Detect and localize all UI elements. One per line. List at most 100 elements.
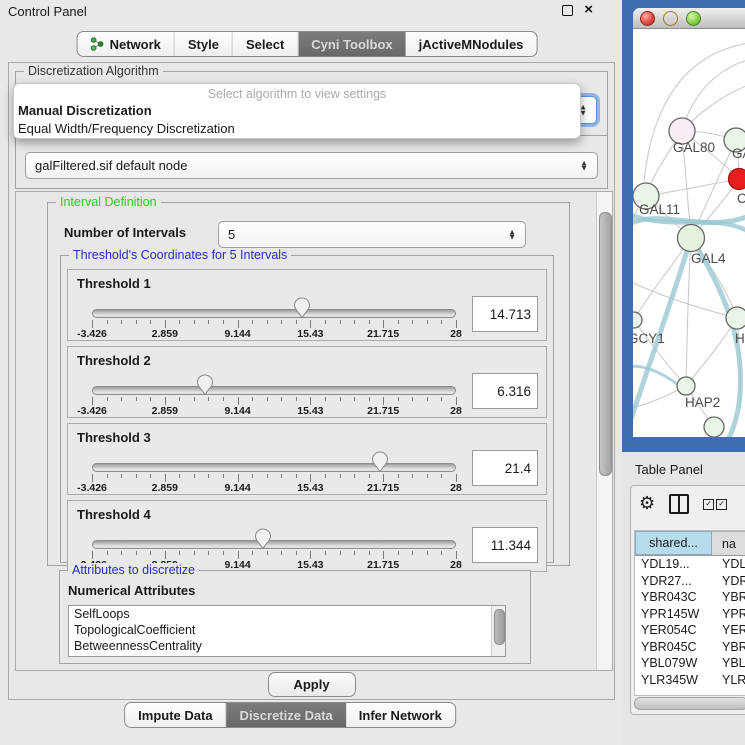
control-panel: Control Panel × Network Style Select Cyn… bbox=[0, 0, 621, 745]
settings-scrollpane: Interval Definition Number of Intervals … bbox=[15, 191, 613, 671]
numerical-attributes-label: Numerical Attributes bbox=[68, 583, 195, 598]
close-traffic-light-icon[interactable] bbox=[640, 11, 655, 26]
float-window-icon[interactable] bbox=[562, 5, 573, 16]
attributes-to-discretize-group: Attributes to discretize Numerical Attri… bbox=[59, 570, 531, 664]
threshold-1-panel: Threshold 1 -3.4262.8599.14415.4321.7152… bbox=[67, 269, 547, 341]
tab-network-label: Network bbox=[110, 37, 161, 52]
tab-discretize-data[interactable]: Discretize Data bbox=[226, 703, 346, 727]
threshold-2-panel: Threshold 2 -3.4262.8599.14415.4321.7152… bbox=[67, 346, 547, 418]
number-of-intervals-label: Number of Intervals bbox=[64, 225, 186, 240]
svg-text:HAP2: HAP2 bbox=[685, 395, 720, 410]
interval-definition-group: Interval Definition Number of Intervals … bbox=[47, 202, 570, 566]
svg-text:GCY1: GCY1 bbox=[633, 331, 665, 346]
table-row[interactable]: YDL19...YDL1 bbox=[635, 556, 745, 573]
table-row[interactable]: YDR27...YDR2 bbox=[635, 573, 745, 590]
table-row[interactable]: YPR145WYPR1 bbox=[635, 606, 745, 623]
scrollbar-thumb[interactable] bbox=[599, 212, 612, 476]
table-toolbar: ⚙ ✓ ✓ bbox=[639, 494, 727, 514]
table-row[interactable]: YLR345WYLR3 bbox=[635, 672, 745, 689]
threshold-3-slider-track[interactable] bbox=[92, 463, 456, 472]
attributes-list-scrollbar[interactable] bbox=[491, 606, 505, 656]
node-gal4[interactable] bbox=[678, 225, 705, 252]
node-bottom-partial[interactable] bbox=[704, 417, 724, 437]
threshold-4-slider-track[interactable] bbox=[92, 540, 456, 549]
slider-tick-labels: -3.4262.8599.14415.4321.71528 bbox=[92, 482, 456, 494]
table-row[interactable]: YBR045CYBR0 bbox=[635, 639, 745, 656]
column-header-shared-name[interactable]: shared... bbox=[635, 531, 712, 555]
list-item[interactable]: TopologicalCoefficient bbox=[69, 622, 505, 638]
table-row[interactable]: YBL079WYBL0 bbox=[635, 655, 745, 672]
combo-arrows-icon: ▲▼ bbox=[580, 160, 588, 171]
threshold-2-slider-track[interactable] bbox=[92, 386, 456, 395]
threshold-2-slider-thumb[interactable] bbox=[196, 374, 213, 398]
list-item[interactable]: BetweennessCentrality bbox=[69, 638, 505, 654]
threshold-4-panel: Threshold 4 -3.4262.8599.14415.4321.7152… bbox=[67, 500, 547, 572]
tab-network[interactable]: Network bbox=[78, 32, 174, 56]
column-header-name[interactable]: na bbox=[712, 531, 745, 555]
threshold-2-value-field[interactable]: 6.316 bbox=[472, 373, 538, 409]
zoom-traffic-light-icon[interactable] bbox=[686, 11, 701, 26]
select-columns-icons[interactable]: ✓ ✓ bbox=[703, 499, 727, 510]
minimize-traffic-light-icon[interactable] bbox=[663, 11, 678, 26]
tab-select[interactable]: Select bbox=[232, 32, 297, 56]
threshold-1-value-field[interactable]: 14.713 bbox=[472, 296, 538, 332]
apply-button[interactable]: Apply bbox=[268, 672, 356, 697]
table-row[interactable]: YBR043CYBR0 bbox=[635, 589, 745, 606]
svg-text:GAL11: GAL11 bbox=[639, 202, 680, 217]
threshold-coordinates-legend: Threshold's Coordinates for 5 Intervals bbox=[69, 248, 291, 262]
node-red-selected[interactable] bbox=[729, 169, 745, 190]
table-panel: Table Panel ⚙ ✓ ✓ shared... na YDL19...Y… bbox=[622, 452, 745, 745]
control-panel-tabs: Network Style Select Cyni Toolbox jActiv… bbox=[77, 31, 538, 57]
number-of-intervals-combobox[interactable]: 5 ▲▼ bbox=[218, 221, 526, 248]
network-window-frame[interactable]: GAL80 GA C GAL11 GAL4 GCY1 H HAP2 bbox=[622, 0, 745, 452]
application-window: Control Panel × Network Style Select Cyn… bbox=[0, 0, 745, 745]
network-canvas[interactable]: GAL80 GA C GAL11 GAL4 GCY1 H HAP2 bbox=[633, 29, 745, 437]
tab-style[interactable]: Style bbox=[174, 32, 232, 56]
threshold-1-slider-track[interactable] bbox=[92, 309, 456, 318]
threshold-4-slider-thumb[interactable] bbox=[255, 528, 272, 552]
tab-cyni-toolbox[interactable]: Cyni Toolbox bbox=[297, 32, 405, 56]
threshold-4-value-field[interactable]: 11.344 bbox=[472, 527, 538, 563]
network-icon bbox=[91, 37, 104, 51]
popup-prompt-item: Select algorithm to view settings bbox=[14, 87, 580, 101]
tab-jactivemnodules[interactable]: jActiveMNodules bbox=[406, 32, 537, 56]
table-data-combobox[interactable]: galFiltered.sif default node ▲▼ bbox=[25, 152, 598, 179]
svg-text:GAL80: GAL80 bbox=[673, 140, 715, 155]
threshold-3-value-field[interactable]: 21.4 bbox=[472, 450, 538, 486]
attributes-legend: Attributes to discretize bbox=[68, 563, 199, 577]
checkbox-icon: ✓ bbox=[703, 499, 714, 510]
threshold-coordinates-group: Threshold's Coordinates for 5 Intervals … bbox=[60, 255, 554, 563]
settings-vertical-scrollbar[interactable] bbox=[596, 192, 612, 670]
table-header-row: shared... na bbox=[635, 531, 745, 556]
svg-text:GAL4: GAL4 bbox=[691, 251, 726, 266]
popup-option-manual-discretization[interactable]: Manual Discretization bbox=[14, 103, 580, 118]
list-item[interactable]: SelfLoops bbox=[69, 606, 505, 622]
algorithm-dropdown-popup: Select algorithm to view settings Manual… bbox=[13, 83, 581, 139]
tab-infer-network[interactable]: Infer Network bbox=[346, 703, 455, 727]
tab-impute-data[interactable]: Impute Data bbox=[125, 703, 225, 727]
threshold-1-slider-thumb[interactable] bbox=[294, 297, 311, 321]
close-icon[interactable]: × bbox=[584, 4, 593, 16]
threshold-3-slider-thumb[interactable] bbox=[371, 451, 388, 475]
table-row[interactable]: YER054CYER0 bbox=[635, 622, 745, 639]
svg-text:C: C bbox=[737, 191, 745, 206]
split-columns-icon[interactable] bbox=[669, 494, 689, 514]
node-gcy1[interactable] bbox=[633, 312, 642, 328]
popup-option-equal-width-frequency[interactable]: Equal Width/Frequency Discretization bbox=[14, 121, 580, 136]
node-clipped-right[interactable] bbox=[726, 307, 745, 329]
table-panel-title: Table Panel bbox=[635, 462, 703, 477]
threshold-3-panel: Threshold 3 -3.4262.8599.14415.4321.7152… bbox=[67, 423, 547, 495]
slider-tick-labels: -3.4262.8599.14415.4321.71528 bbox=[92, 405, 456, 417]
table-data-group: Table Data galFiltered.sif default node … bbox=[15, 135, 608, 189]
checkbox-icon: ✓ bbox=[716, 499, 727, 510]
table-horizontal-scrollbar[interactable] bbox=[634, 697, 745, 710]
cyni-toolbox-panel: Discretization Algorithm ▲▼ Select algor… bbox=[8, 62, 615, 700]
node-hap2[interactable] bbox=[677, 377, 695, 395]
table-panel-box: ⚙ ✓ ✓ shared... na YDL19...YDL1YDR27...Y… bbox=[630, 485, 745, 715]
network-view-window: GAL80 GA C GAL11 GAL4 GCY1 H HAP2 bbox=[633, 8, 745, 437]
svg-text:H: H bbox=[735, 331, 745, 346]
table-row[interactable]: YIL052CYIL0 bbox=[635, 688, 745, 690]
table-rows: YDL19...YDL1YDR27...YDR2YBR043CYBR0YPR14… bbox=[635, 556, 745, 690]
network-window-titlebar bbox=[633, 8, 745, 29]
gear-icon[interactable]: ⚙ bbox=[639, 495, 655, 513]
